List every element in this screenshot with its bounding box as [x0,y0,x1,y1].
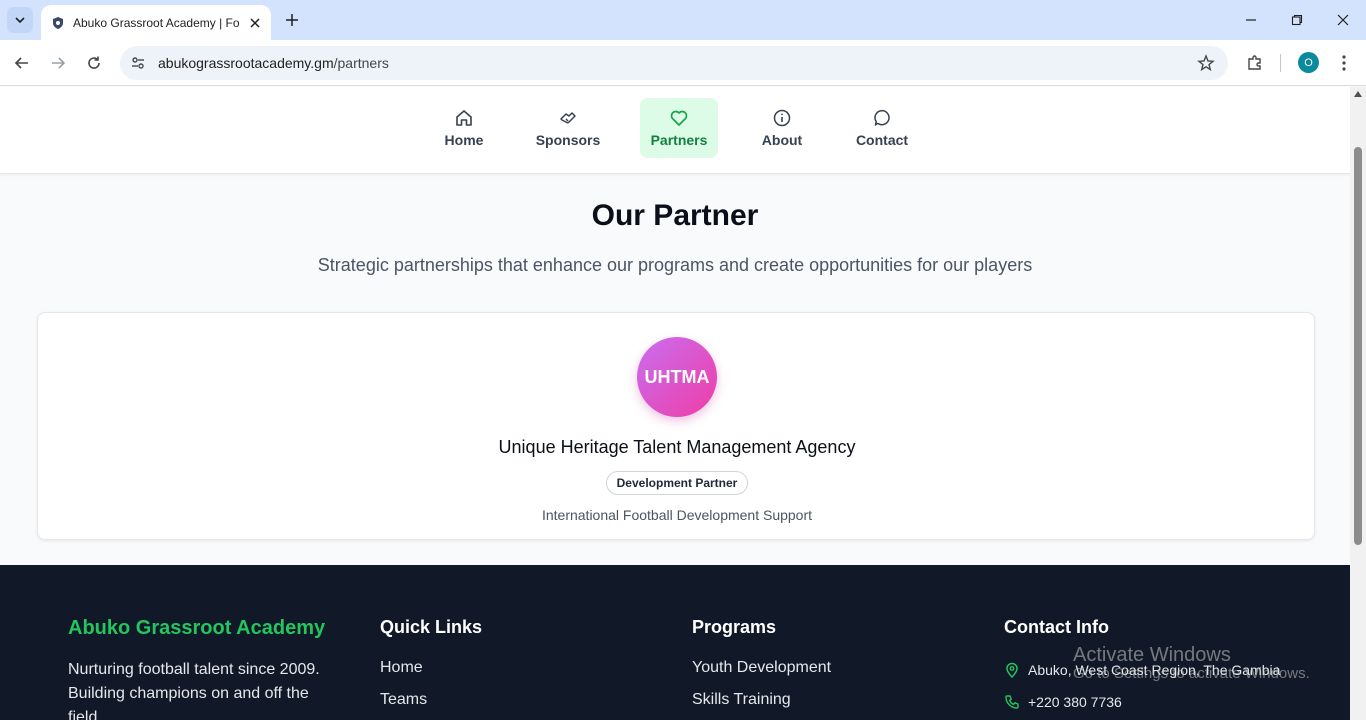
contact-phone: +220 380 7736 [1004,686,1280,718]
window-close-icon[interactable] [1331,8,1355,32]
site-info-icon[interactable] [128,53,148,73]
phone-icon [1005,695,1019,709]
star-icon[interactable] [1196,53,1216,73]
nav-contact[interactable]: Contact [850,98,914,158]
shield-favicon-icon [53,16,63,29]
nav-home-label: Home [444,132,484,148]
url-path: /partners [333,55,389,71]
activate-windows-watermark: Activate Windows Go to Settings to activ… [1073,644,1310,682]
quick-links-heading: Quick Links [380,617,483,637]
handshake-icon [560,112,576,124]
nav-home[interactable]: Home [434,98,494,158]
footer-link-home[interactable]: Home [380,656,482,688]
chevron-down-icon [15,17,25,24]
nav-partners[interactable]: Partners [640,98,718,158]
footer-brand-text: Nurturing football talent since 2009. Bu… [68,661,320,720]
footer-brand: Abuko Grassroot Academy [68,617,326,639]
tab-search-button[interactable] [7,7,33,33]
address-bar[interactable]: abukograssrootacademy.gm/partners [120,46,1228,80]
tab-strip: Abuko Grassroot Academy | Fo [0,0,1366,40]
browser-toolbar: abukograssrootacademy.gm/partners O [0,40,1366,86]
partner-description: International Football Development Suppo… [541,507,813,523]
watermark-line2: Go to Settings to activate Windows. [1073,665,1310,682]
footer-link-skills-training[interactable]: Skills Training [692,688,831,720]
message-icon [874,109,890,126]
nav-about[interactable]: About [754,98,810,158]
nav-sponsors-label: Sponsors [535,132,601,148]
page-viewport: Home Sponsors Partners About Contact Our… [0,87,1350,720]
partner-badge-wrap: Development Partner [38,471,1316,495]
partner-name: Unique Heritage Talent Management Agency [498,437,856,457]
footer-link-teams[interactable]: Teams [380,688,482,720]
map-pin-icon [1006,662,1018,678]
heart-icon [670,110,688,126]
restore-icon[interactable] [1285,8,1309,32]
footer-programs: Programs Youth Development Skills Traini… [692,617,831,720]
footer-brand-column: Abuko Grassroot Academy Nurturing footba… [68,617,338,720]
extensions-icon[interactable] [1243,51,1267,75]
footer-quick-links: Quick Links Home Teams [380,617,482,720]
nav-about-label: About [761,132,803,148]
contact-phone-text: +220 380 7736 [1028,694,1122,710]
nav-contact-label: Contact [855,132,909,148]
reload-icon[interactable] [82,51,106,75]
nav-partners-label: Partners [650,132,708,148]
watermark-line1: Activate Windows [1073,644,1231,666]
partner-type-badge: Development Partner [605,471,749,495]
partner-card: UHTMA Unique Heritage Talent Management … [37,312,1315,540]
scroll-thumb[interactable] [1354,147,1362,545]
page-subtitle: Strategic partnerships that enhance our … [317,255,1033,275]
menu-icon[interactable] [1332,51,1356,75]
plus-icon[interactable] [282,10,302,30]
toolbar-divider [1280,54,1281,72]
minimize-icon[interactable] [1239,8,1263,32]
back-icon[interactable] [10,51,34,75]
home-icon [456,110,472,126]
scroll-up-arrow[interactable] [1354,91,1362,97]
info-icon [773,109,791,127]
footer-link-youth-development[interactable]: Youth Development [692,656,831,688]
site-footer: Abuko Grassroot Academy Nurturing footba… [0,565,1350,720]
programs-heading: Programs [692,617,777,637]
page-title: Our Partner [591,199,759,232]
contact-heading: Contact Info [1004,617,1109,637]
partner-logo: UHTMA [637,337,717,417]
url-text: abukograssrootacademy.gm/partners [158,55,389,71]
page-scrollbar[interactable] [1350,87,1366,720]
url-host: abukograssrootacademy.gm [158,55,334,71]
site-nav: Home Sponsors Partners About Contact [0,87,1350,174]
profile-avatar[interactable]: O [1298,52,1319,73]
browser-tab[interactable]: Abuko Grassroot Academy | Fo [41,5,271,40]
nav-sponsors[interactable]: Sponsors [530,98,606,158]
forward-icon[interactable] [46,51,70,75]
tab-title: Abuko Grassroot Academy | Fo [73,15,240,30]
close-icon[interactable] [247,15,263,31]
